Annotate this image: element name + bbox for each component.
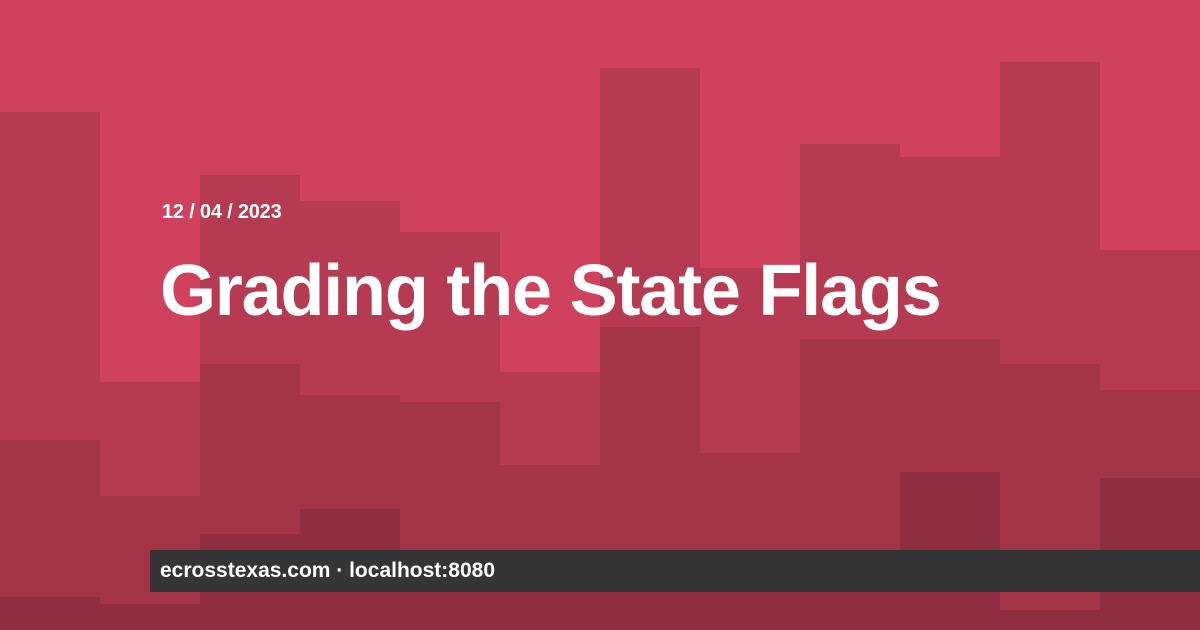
site-footer-bar: ecrosstexas.com · localhost:8080 (150, 550, 1200, 592)
post-date: 12 / 04 / 2023 (162, 201, 282, 223)
post-title: Grading the State Flags (160, 251, 942, 331)
og-image-card: 12 / 04 / 2023 Grading the State Flags e… (0, 0, 1200, 630)
site-domain: ecrosstexas.com · localhost:8080 (160, 559, 495, 582)
